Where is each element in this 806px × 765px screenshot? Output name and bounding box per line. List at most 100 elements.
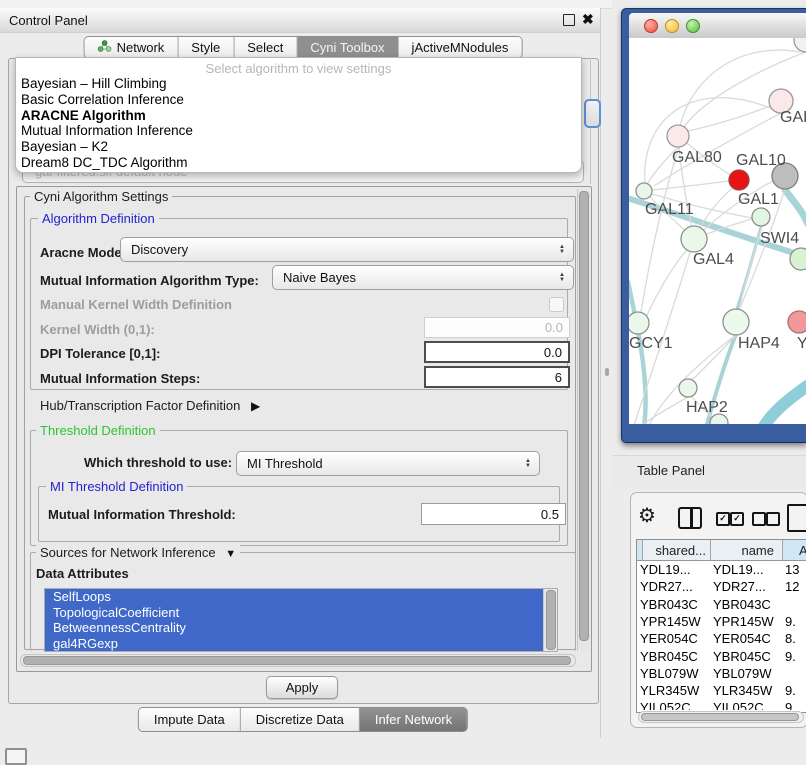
focused-combo-arrow[interactable] <box>584 99 601 128</box>
select-all-icon[interactable]: ✓ <box>730 512 744 526</box>
attribute-item-betweennesscentrality[interactable]: BetweennessCentrality <box>45 620 550 636</box>
dpi-tolerance-input[interactable]: 0.0 <box>424 341 570 363</box>
attribute-item-gal4rgexp[interactable]: gal4RGexp <box>45 636 550 652</box>
combo-arrows-icon <box>559 245 565 255</box>
network-node[interactable] <box>667 125 689 147</box>
algorithm-dropdown-popup: Select algorithm to view settings Bayesi… <box>15 57 582 173</box>
aracne-mode-value: Discovery <box>131 242 188 257</box>
network-node[interactable] <box>752 208 770 226</box>
tab-cyni-toolbox[interactable]: Cyni Toolbox <box>297 37 398 58</box>
table-cell: YDR27... <box>713 579 783 594</box>
table-cell: YLR345W <box>640 683 710 698</box>
network-node[interactable] <box>729 170 749 190</box>
algorithm-option-dream8-dc-tdc-algorithm[interactable]: Dream8 DC_TDC Algorithm <box>16 155 581 171</box>
network-node[interactable] <box>679 379 697 397</box>
node-label-gal11: GAL11 <box>645 201 694 218</box>
float-window-icon[interactable] <box>563 14 575 26</box>
table-row[interactable]: YBR045CYBR045C9. <box>637 649 806 666</box>
minimize-traffic-light[interactable] <box>665 19 679 33</box>
kernel-width-label: Kernel Width (0,1): <box>40 322 155 337</box>
network-node[interactable] <box>788 311 806 333</box>
table-row[interactable]: YIL052CYIL052C9. <box>637 700 806 710</box>
network-node[interactable] <box>723 309 749 335</box>
table-row[interactable]: YER054CYER054C8. <box>637 631 806 648</box>
table-hscrollbar-thumb[interactable] <box>641 713 799 721</box>
table-cell: YDL19... <box>640 562 710 577</box>
algorithm-option-mutual-information-inference[interactable]: Mutual Information Inference <box>16 123 581 139</box>
network-graph[interactable]: GALGAL80GAL10GAL11GAL1SWI4GAL4GCY1HAP4YH… <box>629 38 806 424</box>
tab-infer-network[interactable]: Infer Network <box>360 708 467 731</box>
network-node[interactable] <box>794 38 806 52</box>
algorithm-option-basic-correlation-inference[interactable]: Basic Correlation Inference <box>16 92 581 108</box>
table-cell: YIL052C <box>640 700 710 710</box>
select-all-icon[interactable]: ✓ <box>716 512 730 526</box>
mi-steps-input[interactable]: 6 <box>424 366 570 388</box>
table-hscrollbar[interactable] <box>638 711 804 723</box>
network-node[interactable] <box>790 248 806 270</box>
table-row[interactable]: YPR145WYPR145W9. <box>637 614 806 631</box>
network-node[interactable] <box>681 226 707 252</box>
splitter-handle[interactable] <box>605 368 609 376</box>
mi-type-combo[interactable]: Naive Bayes <box>272 265 574 290</box>
hub-definition-expander[interactable]: Hub/Transcription Factor Definition <box>40 398 260 413</box>
document-icon[interactable] <box>787 504 806 532</box>
settings-vscrollbar[interactable] <box>577 189 590 651</box>
settings-hscrollbar-thumb[interactable] <box>23 656 571 665</box>
apply-button[interactable]: Apply <box>266 676 338 699</box>
attribute-items: SelfLoopsTopologicalCoefficientBetweenne… <box>45 589 557 651</box>
tab-network[interactable]: Network <box>85 37 179 58</box>
tab-label: Impute Data <box>154 712 225 727</box>
tab-style[interactable]: Style <box>178 37 234 58</box>
table-cell: YDR27... <box>640 579 710 594</box>
mi-threshold-label: Mutual Information Threshold: <box>48 507 236 522</box>
tab-discretize-data[interactable]: Discretize Data <box>241 708 360 731</box>
cyni-settings-title: Cyni Algorithm Settings <box>30 189 172 204</box>
thick-edges <box>629 190 806 424</box>
settings-hscrollbar[interactable] <box>20 654 576 667</box>
sources-collapser[interactable]: Sources for Network Inference <box>36 545 240 560</box>
table-header-partial[interactable]: A <box>783 540 806 561</box>
tab-impute-data[interactable]: Impute Data <box>139 708 241 731</box>
table-row[interactable]: YBL079WYBL079W <box>637 666 806 683</box>
table-header-shared-name[interactable]: shared... <box>643 540 711 561</box>
mi-threshold-input[interactable]: 0.5 <box>421 503 566 525</box>
table-cell: YER054C <box>713 631 783 646</box>
network-node[interactable] <box>636 183 652 199</box>
list-scrollbar[interactable] <box>543 589 557 651</box>
kernel-width-value: 0.0 <box>545 320 563 335</box>
mi-steps-value: 6 <box>555 370 562 385</box>
network-node[interactable] <box>629 312 649 334</box>
table-cell: YLR345W <box>713 683 783 698</box>
manual-kernel-checkbox[interactable] <box>549 297 564 312</box>
close-traffic-light[interactable] <box>644 19 658 33</box>
kernel-width-input[interactable]: 0.0 <box>424 317 570 338</box>
tab-select[interactable]: Select <box>234 37 297 58</box>
list-scrollbar-thumb[interactable] <box>546 590 556 650</box>
table-row[interactable]: YDL19...YDL19...13 <box>637 562 806 579</box>
network-window-titlebar[interactable] <box>629 13 806 39</box>
table-header-name[interactable]: name <box>711 540 783 561</box>
table-cell: 12 <box>785 579 806 594</box>
split-columns-icon[interactable] <box>678 507 702 529</box>
zoom-traffic-light[interactable] <box>686 19 700 33</box>
algorithm-option-bayesian-k2[interactable]: Bayesian – K2 <box>16 139 581 155</box>
close-icon[interactable]: ✖ <box>582 11 594 28</box>
aracne-mode-combo[interactable]: Discovery <box>120 237 574 262</box>
table-row[interactable]: YDR27...YDR27...12 <box>637 579 806 596</box>
attribute-item-topologicalcoefficient[interactable]: TopologicalCoefficient <box>45 605 550 621</box>
algorithm-option-bayesian-hill-climbing[interactable]: Bayesian – Hill Climbing <box>16 76 581 92</box>
algorithm-option-aracne-algorithm[interactable]: ARACNE Algorithm <box>16 108 581 124</box>
tab-jactivemnodules[interactable]: jActiveMNodules <box>399 37 522 58</box>
attribute-item-selfloops[interactable]: SelfLoops <box>45 589 550 605</box>
gear-icon[interactable]: ⚙ <box>638 503 656 528</box>
settings-vscrollbar-thumb[interactable] <box>579 191 589 641</box>
minimized-panel-icon[interactable] <box>5 748 27 765</box>
table-cell: 9. <box>785 683 806 698</box>
table-row[interactable]: YBR043CYBR043C <box>637 597 806 614</box>
node-label-gal10: GAL10 <box>736 152 786 169</box>
deselect-all-icon[interactable] <box>752 512 766 526</box>
node-label-gal: GAL <box>780 109 806 126</box>
deselect-all-icon[interactable] <box>766 512 780 526</box>
table-row[interactable]: YLR345WYLR345W9. <box>637 683 806 700</box>
which-threshold-combo[interactable]: MI Threshold <box>236 451 540 476</box>
